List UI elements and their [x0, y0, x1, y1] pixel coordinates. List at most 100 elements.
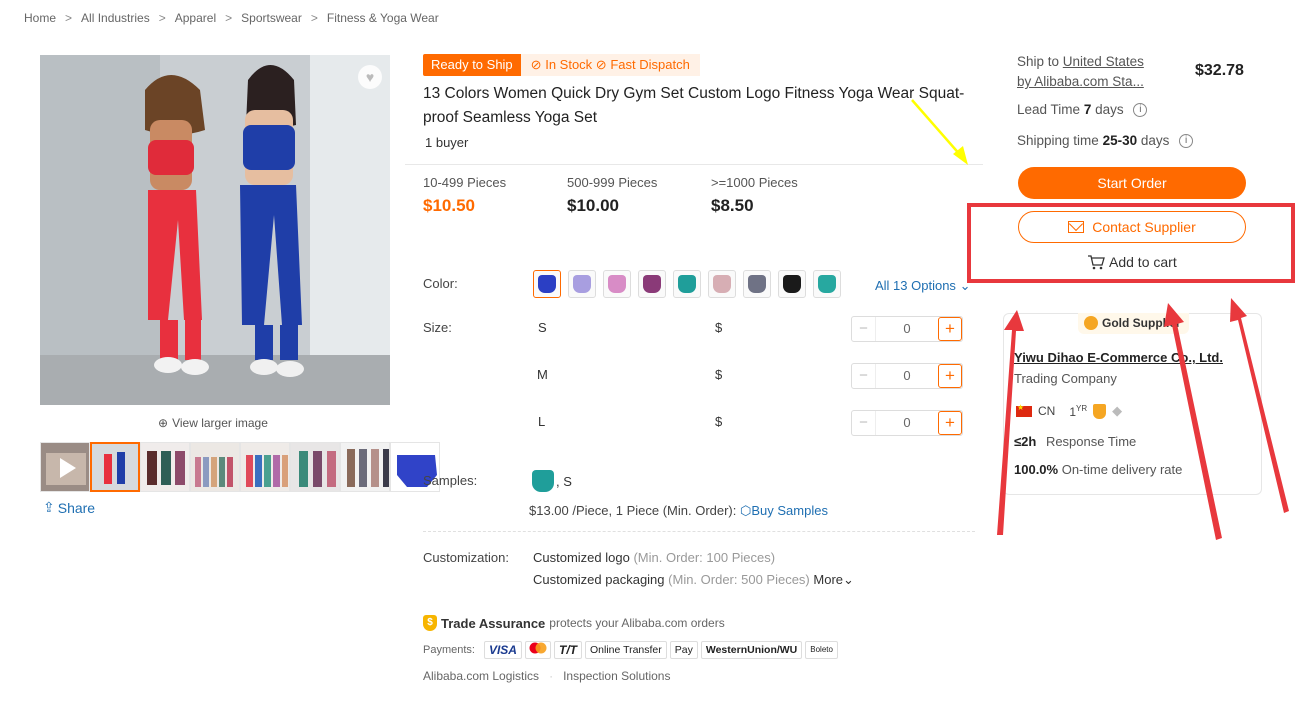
box-icon: ⬡ — [740, 503, 752, 518]
supplier-tags: CN 1YR ◆ — [1016, 403, 1122, 419]
trade-assurance-shield-icon: $ — [423, 615, 437, 631]
diamond-icon: ◆ — [1112, 403, 1123, 418]
color-swatch[interactable] — [603, 270, 631, 298]
info-icon[interactable]: i — [1133, 103, 1148, 118]
thumbnail-video[interactable] — [40, 442, 90, 492]
size-label: Size: — [423, 320, 452, 335]
thumbnail-strip — [40, 442, 440, 492]
tier-price: $8.50 — [711, 196, 754, 215]
zoom-icon: ⊕ — [158, 416, 169, 430]
quantity-input[interactable]: 0 — [876, 317, 938, 341]
swatch-thumbnail — [643, 275, 661, 293]
ready-to-ship-badge: Ready to Ship — [423, 54, 521, 76]
tt-icon: T/T — [553, 641, 582, 659]
shipping-price: $32.78 — [1195, 62, 1244, 79]
chevron-down-icon: ⌄ — [843, 572, 854, 587]
thumbnail-1[interactable] — [90, 442, 140, 492]
buyer-count: 1 buyer — [425, 135, 469, 150]
size-price: $ — [715, 367, 723, 382]
favorite-heart-icon[interactable]: ♥ — [358, 65, 382, 89]
main-product-image[interactable]: ♥ — [40, 55, 390, 405]
color-label: Color: — [423, 276, 458, 291]
breadcrumb-apparel[interactable]: Apparel — [175, 11, 216, 25]
all-options-link[interactable]: All 13 Options ⌄ — [875, 278, 970, 294]
size-option-m: M — [537, 367, 548, 382]
divider — [405, 164, 983, 165]
color-swatch[interactable] — [743, 270, 771, 298]
breadcrumb-sportswear[interactable]: Sportswear — [241, 11, 302, 25]
decrement-button[interactable]: − — [852, 364, 876, 388]
breadcrumb-fitness-yoga[interactable]: Fitness & Yoga Wear — [327, 11, 439, 25]
size-price: $ — [715, 320, 723, 335]
check-circle-icon: ⊘ — [595, 57, 607, 72]
shipping-time: Shipping time 25-30 days i — [1017, 133, 1194, 149]
thumbnail-6[interactable] — [340, 442, 390, 492]
price-tier-1: 10-499 Pieces $10.50 — [423, 175, 507, 215]
price-tier-2: 500-999 Pieces $10.00 — [567, 175, 658, 215]
size-price: $ — [715, 414, 723, 429]
color-swatch[interactable] — [638, 270, 666, 298]
size-option-s: S — [538, 320, 547, 335]
sample-info: $13.00 /Piece, 1 Piece (Min. Order): ⬡Bu… — [529, 503, 828, 518]
badges: Ready to Ship ⊘ In Stock ⊘ Fast Dispatch — [423, 54, 700, 76]
mastercard-icon — [524, 641, 551, 659]
buy-samples-link[interactable]: ⬡Buy Samples — [740, 503, 828, 518]
supplier-type: Trading Company — [1014, 371, 1117, 386]
ship-to: Ship to United States by Alibaba.com Sta… — [1017, 54, 1144, 89]
thumbnail-4[interactable] — [240, 442, 290, 492]
more-link[interactable]: More⌄ — [813, 572, 854, 587]
check-circle-icon: ⊘ — [530, 57, 542, 72]
color-swatch[interactable] — [673, 270, 701, 298]
swatch-thumbnail — [783, 275, 801, 293]
ontime-delivery: 100.0% On-time delivery rate — [1014, 462, 1183, 477]
thumbnail-2[interactable] — [140, 442, 190, 492]
tier-price: $10.50 — [423, 196, 475, 215]
logistics-links: Alibaba.com Logistics · Inspection Solut… — [423, 669, 671, 683]
decrement-button[interactable]: − — [852, 317, 876, 341]
color-swatches — [533, 270, 841, 298]
swatch-thumbnail — [538, 275, 556, 293]
decrement-button[interactable]: − — [852, 411, 876, 435]
lead-time: Lead Time 7 days i — [1017, 102, 1148, 118]
quantity-input[interactable]: 0 — [876, 364, 938, 388]
color-swatch[interactable] — [778, 270, 806, 298]
color-swatch[interactable] — [568, 270, 596, 298]
swatch-thumbnail — [818, 275, 836, 293]
start-order-button[interactable]: Start Order — [1018, 167, 1246, 199]
samples-label: Samples: — [423, 473, 478, 488]
thumbnail-3[interactable] — [190, 442, 240, 492]
color-swatch[interactable] — [708, 270, 736, 298]
increment-button[interactable]: + — [938, 317, 962, 341]
share-button[interactable]: ⇪ Share — [43, 499, 95, 516]
price-tier-3: >=1000 Pieces $8.50 — [711, 175, 798, 215]
inspection-link[interactable]: Inspection Solutions — [563, 669, 670, 683]
increment-button[interactable]: + — [938, 364, 962, 388]
color-swatch[interactable] — [533, 270, 561, 298]
tier-price: $10.00 — [567, 196, 619, 215]
swatch-thumbnail — [748, 275, 766, 293]
breadcrumb-all-industries[interactable]: All Industries — [81, 11, 150, 25]
breadcrumb-home[interactable]: Home — [24, 11, 56, 25]
payment-methods: Payments: VISA T/T Online Transfer Pay W… — [423, 641, 838, 659]
online-transfer-icon: Online Transfer — [584, 641, 667, 659]
swatch-thumbnail — [713, 275, 731, 293]
divider — [423, 531, 975, 532]
shipping-method-link[interactable]: by Alibaba.com Sta... — [1017, 74, 1144, 89]
trade-assurance: $ Trade Assurance protects your Alibaba.… — [423, 615, 725, 631]
quantity-stepper: − 0 + — [851, 316, 963, 342]
thumbnail-5[interactable] — [290, 442, 340, 492]
medal-icon — [1084, 316, 1098, 330]
quantity-stepper: − 0 + — [851, 363, 963, 389]
logistics-link[interactable]: Alibaba.com Logistics — [423, 669, 539, 683]
customized-logo: Customized logo (Min. Order: 100 Pieces) — [533, 550, 776, 565]
quantity-input[interactable]: 0 — [876, 411, 938, 435]
ship-to-country-link[interactable]: United States — [1063, 54, 1144, 69]
verified-shield-icon — [1093, 403, 1107, 419]
response-time: ≤2h Response Time — [1014, 434, 1137, 449]
view-larger-image[interactable]: ⊕ View larger image — [158, 416, 268, 430]
increment-button[interactable]: + — [938, 411, 962, 435]
info-icon[interactable]: i — [1179, 134, 1194, 149]
supplier-name-link[interactable]: Yiwu Dihao E-Commerce Co., Ltd. — [1014, 350, 1223, 365]
product-photo — [40, 55, 390, 405]
color-swatch[interactable] — [813, 270, 841, 298]
